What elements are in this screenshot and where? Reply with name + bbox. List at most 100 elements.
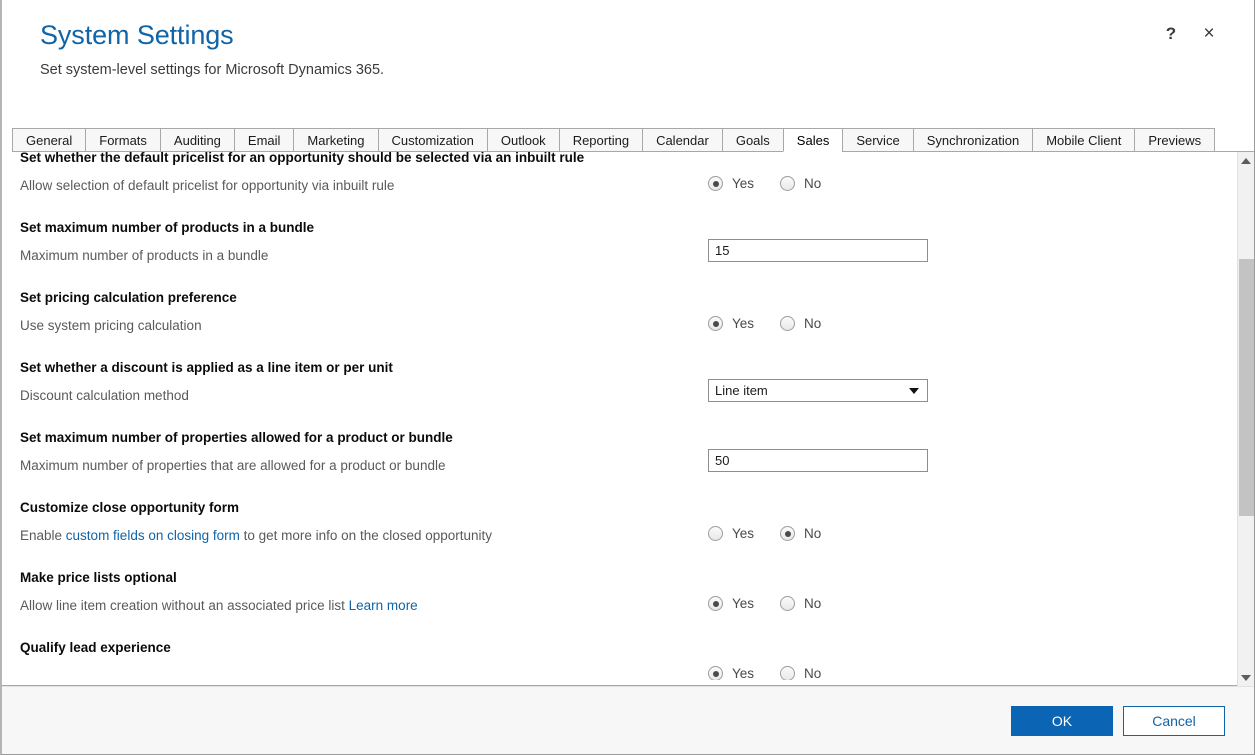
chevron-up-icon bbox=[1241, 157, 1251, 164]
radio-option-no[interactable]: No bbox=[780, 316, 821, 331]
radio-no-icon[interactable] bbox=[780, 316, 796, 331]
setting-description: Maximum number of properties that are al… bbox=[20, 458, 446, 473]
dialog-footer: OK Cancel bbox=[2, 686, 1254, 754]
description-text-before: Allow line item creation without an asso… bbox=[20, 598, 349, 613]
description-text-after: to get more info on the closed opportuni… bbox=[239, 528, 493, 543]
radio-option-yes[interactable]: Yes bbox=[708, 666, 754, 681]
tab-reporting[interactable]: Reporting bbox=[558, 128, 643, 152]
settings-list: Set whether the default pricelist for an… bbox=[20, 152, 1227, 686]
radio-yes-icon[interactable] bbox=[708, 596, 723, 611]
radio-label: No bbox=[804, 526, 822, 541]
radio-option-no[interactable]: No bbox=[780, 666, 821, 681]
setting-heading: Set whether a discount is applied as a l… bbox=[20, 360, 393, 375]
radio-yes-icon[interactable] bbox=[708, 666, 723, 681]
radio-option-yes[interactable]: Yes bbox=[708, 526, 754, 541]
chevron-down-icon bbox=[1241, 674, 1251, 681]
radio-option-yes[interactable]: Yes bbox=[708, 176, 754, 191]
setting-heading: Customize close opportunity form bbox=[20, 500, 240, 515]
setting-radio-group: Yes No bbox=[708, 526, 821, 541]
tab-outlook[interactable]: Outlook bbox=[486, 128, 559, 152]
setting-select-control: Line item bbox=[708, 379, 928, 402]
setting-text-input[interactable] bbox=[708, 449, 928, 472]
scrollbar-thumb[interactable] bbox=[1239, 259, 1254, 516]
tab-customization[interactable]: Customization bbox=[377, 128, 487, 152]
tab-email[interactable]: Email bbox=[233, 128, 294, 152]
setting-heading: Set maximum number of properties allowed… bbox=[20, 430, 453, 445]
close-icon[interactable]: × bbox=[1200, 23, 1218, 44]
tab-auditing[interactable]: Auditing bbox=[159, 128, 234, 152]
dialog-header: System Settings Set system-level setting… bbox=[2, 0, 1254, 128]
setting-row: Qualify lead experience Yes No bbox=[20, 628, 1227, 686]
radio-option-no[interactable]: No bbox=[780, 526, 821, 541]
radio-group: Yes No bbox=[708, 526, 821, 541]
setting-row: Set whether a discount is applied as a l… bbox=[20, 348, 1227, 418]
setting-text-input[interactable] bbox=[708, 239, 928, 262]
radio-label: No bbox=[804, 596, 822, 611]
tab-previews[interactable]: Previews bbox=[1134, 128, 1216, 152]
setting-heading: Set pricing calculation preference bbox=[20, 290, 237, 305]
radio-label: Yes bbox=[732, 596, 755, 611]
radio-option-no[interactable]: No bbox=[780, 176, 821, 191]
setting-row: Make price lists optional Allow line item… bbox=[20, 558, 1227, 628]
setting-description: Allow selection of default pricelist for… bbox=[20, 178, 395, 193]
tab-formats[interactable]: Formats bbox=[85, 128, 160, 152]
tab-calendar[interactable]: Calendar bbox=[642, 128, 722, 152]
cancel-button[interactable]: Cancel bbox=[1123, 705, 1225, 736]
tab-synchronization[interactable]: Synchronization bbox=[912, 128, 1033, 152]
scroll-clip-mask bbox=[2, 680, 1237, 686]
setting-radio-group: Yes No bbox=[708, 176, 821, 191]
setting-row: Customize close opportunity form Enable c… bbox=[20, 488, 1227, 558]
setting-heading: Make price lists optional bbox=[20, 570, 177, 585]
radio-no-icon[interactable] bbox=[780, 526, 796, 541]
system-settings-dialog: System Settings Set system-level setting… bbox=[0, 0, 1255, 755]
radio-label: Yes bbox=[732, 526, 755, 541]
radio-group: Yes No bbox=[708, 596, 821, 611]
radio-no-icon[interactable] bbox=[780, 176, 796, 191]
setting-radio-group: Yes No bbox=[708, 596, 821, 611]
setting-description: Enable custom fields on closing form to … bbox=[20, 526, 1227, 546]
radio-option-yes[interactable]: Yes bbox=[708, 596, 754, 611]
tab-goals[interactable]: Goals bbox=[721, 128, 783, 152]
scroll-up-button[interactable] bbox=[1238, 152, 1255, 169]
radio-label: No bbox=[804, 666, 822, 681]
settings-content-area: Set whether the default pricelist for an… bbox=[2, 152, 1254, 686]
setting-description: Allow line item creation without an asso… bbox=[20, 596, 1227, 616]
help-icon[interactable]: ? bbox=[1162, 24, 1180, 43]
setting-row: Set maximum number of properties allowed… bbox=[20, 418, 1227, 488]
chevron-down-icon bbox=[909, 387, 919, 394]
radio-yes-icon[interactable] bbox=[708, 316, 723, 331]
setting-description: Discount calculation method bbox=[20, 388, 189, 403]
setting-heading: Set whether the default pricelist for an… bbox=[20, 152, 585, 165]
radio-no-icon[interactable] bbox=[780, 596, 796, 611]
radio-label: No bbox=[804, 176, 822, 191]
setting-radio-group: Yes No bbox=[708, 666, 821, 681]
tab-service[interactable]: Service bbox=[842, 128, 913, 152]
tab-marketing[interactable]: Marketing bbox=[293, 128, 378, 152]
setting-link[interactable]: Learn more bbox=[349, 598, 418, 613]
radio-no-icon[interactable] bbox=[780, 666, 796, 681]
setting-link[interactable]: custom fields on closing form bbox=[66, 528, 240, 543]
radio-yes-icon[interactable] bbox=[708, 526, 723, 541]
setting-radio-group: Yes No bbox=[708, 316, 821, 331]
setting-description: Use system pricing calculation bbox=[20, 318, 202, 333]
radio-yes-icon[interactable] bbox=[708, 176, 723, 191]
tab-mobile-client[interactable]: Mobile Client bbox=[1032, 128, 1135, 152]
setting-heading: Qualify lead experience bbox=[20, 640, 171, 655]
radio-group: Yes No bbox=[708, 316, 821, 331]
page-subtitle: Set system-level settings for Microsoft … bbox=[40, 62, 385, 78]
ok-button[interactable]: OK bbox=[1011, 705, 1113, 736]
vertical-scrollbar[interactable] bbox=[1237, 152, 1254, 686]
setting-row: Set pricing calculation preference Use sy… bbox=[20, 278, 1227, 348]
scroll-down-button[interactable] bbox=[1238, 669, 1255, 686]
setting-description: Maximum number of products in a bundle bbox=[20, 248, 269, 263]
tab-sales[interactable]: Sales bbox=[782, 128, 843, 152]
description-text-before: Enable bbox=[20, 528, 66, 543]
radio-option-yes[interactable]: Yes bbox=[708, 316, 754, 331]
setting-row: Set maximum number of products in a bund… bbox=[20, 208, 1227, 278]
radio-label: Yes bbox=[732, 316, 755, 331]
setting-dropdown[interactable]: Line item bbox=[708, 379, 928, 402]
radio-option-no[interactable]: No bbox=[780, 596, 821, 611]
settings-tabstrip: General Formats Auditing Email Marketing Cust… bbox=[2, 128, 1254, 152]
setting-text-control bbox=[708, 239, 928, 262]
tab-general[interactable]: General bbox=[12, 128, 86, 152]
